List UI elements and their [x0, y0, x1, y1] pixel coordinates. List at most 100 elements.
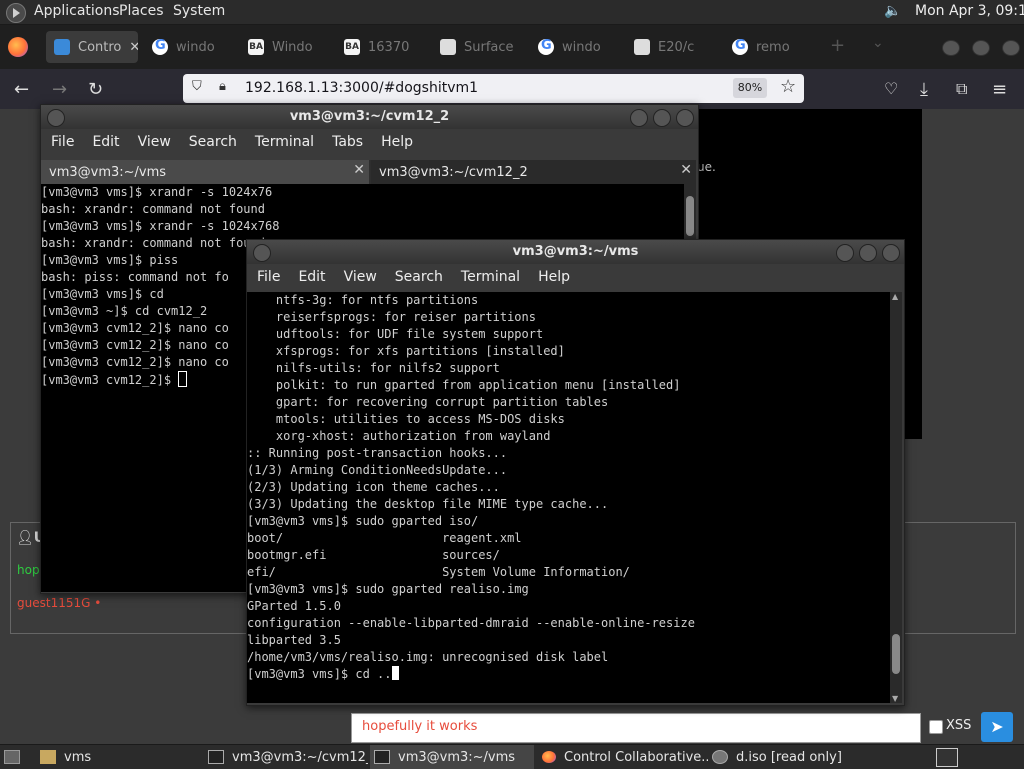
- show-desktop-icon[interactable]: [4, 750, 20, 764]
- browser-tab[interactable]: BA 16370: [336, 31, 428, 63]
- shield-icon[interactable]: ⛉: [192, 79, 206, 95]
- menu-edit[interactable]: Edit: [82, 129, 119, 155]
- terminal-line: GParted 1.5.0: [247, 599, 341, 613]
- close-tab-icon[interactable]: ✕: [129, 40, 138, 55]
- download-icon[interactable]: ⤓: [920, 79, 928, 100]
- ba-icon: BA: [344, 39, 360, 55]
- menu-view[interactable]: View: [128, 129, 171, 155]
- lock-icon[interactable]: 🔒︎: [219, 79, 233, 95]
- browser-tab[interactable]: windo: [144, 31, 236, 63]
- extensions-icon[interactable]: ⧉: [956, 79, 967, 99]
- xss-checkbox[interactable]: [929, 720, 943, 734]
- menu-view[interactable]: View: [334, 264, 377, 290]
- taskbar-item[interactable]: Control Collaborative...: [538, 745, 708, 769]
- institution-icon: [440, 39, 456, 55]
- terminal-tab-bar: vm3@vm3:~/vms ✕ vm3@vm3:~/cvm12_2 ✕: [41, 160, 696, 184]
- bookmark-star-icon[interactable]: ☆: [780, 76, 796, 97]
- scroll-down-icon[interactable]: ▼: [892, 694, 898, 703]
- menu-applications[interactable]: Applications: [34, 3, 120, 19]
- close-window-button[interactable]: [1002, 40, 1020, 56]
- menu-file[interactable]: File: [41, 129, 74, 155]
- terminal-tab-cvm12[interactable]: vm3@vm3:~/cvm12_2 ✕: [371, 160, 696, 184]
- tab-label: Surface: [464, 39, 514, 55]
- terminal-tab-vms[interactable]: vm3@vm3:~/vms ✕: [41, 160, 369, 184]
- google-icon: [732, 38, 748, 55]
- applications-icon[interactable]: [6, 3, 26, 23]
- menu-file[interactable]: File: [247, 264, 280, 290]
- taskbar-item-active[interactable]: vm3@vm3:~/vms: [370, 745, 534, 769]
- bottom-panel: vms vm3@vm3:~/cvm12_2 vm3@vm3:~/vms Cont…: [0, 744, 1024, 769]
- browser-tab[interactable]: windo: [530, 31, 622, 63]
- scroll-thumb[interactable]: [686, 196, 694, 236]
- menu-icon[interactable]: ≡: [992, 79, 1007, 100]
- browser-tab-control[interactable]: Contro ✕: [46, 31, 138, 63]
- list-tabs-icon[interactable]: ⌄: [872, 35, 884, 51]
- menu-terminal[interactable]: Terminal: [245, 129, 314, 155]
- taskbar-item[interactable]: vms: [36, 745, 196, 769]
- menu-places[interactable]: Places: [119, 3, 164, 19]
- menu-help[interactable]: Help: [528, 264, 570, 290]
- scroll-thumb[interactable]: [892, 633, 900, 674]
- volume-icon[interactable]: 🔈: [884, 3, 906, 21]
- terminal-line: [vm3@vm3 vms]$ sudo gparted realiso.img: [247, 582, 529, 596]
- workspace-switcher-icon[interactable]: [936, 748, 958, 767]
- pocket-icon[interactable]: ♡: [884, 79, 898, 98]
- terminal-window-vms[interactable]: vm3@vm3:~/vms File Edit View Search Term…: [246, 239, 905, 706]
- tab-label: Contro: [78, 39, 122, 55]
- close-tab-icon[interactable]: ✕: [680, 162, 692, 178]
- send-icon: ➤: [990, 717, 1004, 736]
- send-button[interactable]: ➤: [981, 712, 1013, 742]
- menu-search[interactable]: Search: [179, 129, 237, 155]
- chat-user[interactable]: hop: [17, 563, 40, 577]
- taskbar-item[interactable]: d.iso [read only]: [708, 745, 878, 769]
- window-title[interactable]: vm3@vm3:~/vms: [247, 240, 904, 264]
- terminal-prompt: [vm3@vm3 vms]$ cd ..: [247, 666, 890, 683]
- tab-label: remo: [756, 39, 790, 55]
- window-menu-button[interactable]: [253, 244, 271, 262]
- terminal-line: mtools: utilities to access MS-DOS disks: [247, 412, 565, 426]
- browser-tab[interactable]: BA Windo: [240, 31, 332, 63]
- maximize-button[interactable]: [972, 40, 990, 56]
- terminal-line: xfsprogs: for xfs partitions [installed]: [247, 344, 565, 358]
- reload-icon[interactable]: ↻: [88, 79, 103, 100]
- minimize-button[interactable]: [836, 244, 854, 262]
- minimize-button[interactable]: [630, 109, 648, 127]
- scroll-up-icon[interactable]: ▲: [892, 292, 898, 301]
- menu-system[interactable]: System: [173, 3, 225, 19]
- back-icon[interactable]: ←: [14, 79, 29, 100]
- cursor: [178, 371, 188, 387]
- terminal-menubar: File Edit View Search Terminal Tabs Help: [41, 129, 698, 155]
- zoom-level[interactable]: 80%: [733, 78, 767, 98]
- terminal-icon: [208, 750, 224, 764]
- clock[interactable]: Mon Apr 3, 09:15: [915, 3, 1024, 19]
- close-button[interactable]: [676, 109, 694, 127]
- browser-tab[interactable]: remo: [724, 31, 816, 63]
- tab-label: 16370: [368, 39, 410, 55]
- minimize-button[interactable]: [942, 40, 960, 56]
- url-text[interactable]: 192.168.1.13:3000/#dogshitvm1: [245, 80, 478, 96]
- taskbar-item-label: d.iso [read only]: [736, 749, 842, 765]
- window-title[interactable]: vm3@vm3:~/cvm12_2: [41, 105, 698, 129]
- terminal-line: :: Running post-transaction hooks...: [247, 446, 508, 460]
- menu-terminal[interactable]: Terminal: [451, 264, 520, 290]
- scrollbar[interactable]: ▲ ▼: [890, 292, 902, 703]
- terminal-line: [vm3@vm3 vms]$ xrandr -s 1024x768: [41, 219, 280, 233]
- new-tab-icon[interactable]: +: [830, 35, 845, 56]
- browser-tab[interactable]: E20/c: [626, 31, 718, 63]
- forward-icon[interactable]: →: [52, 79, 67, 100]
- menu-tabs[interactable]: Tabs: [322, 129, 363, 155]
- browser-tab[interactable]: Surface: [432, 31, 524, 63]
- close-tab-icon[interactable]: ✕: [353, 162, 365, 178]
- tab-label: Windo: [272, 39, 313, 55]
- menu-help[interactable]: Help: [371, 129, 413, 155]
- close-button[interactable]: [882, 244, 900, 262]
- terminal-output[interactable]: ntfs-3g: for ntfs partitions reiserfspro…: [247, 292, 890, 703]
- chat-user[interactable]: guest1151G •: [17, 596, 101, 610]
- menu-edit[interactable]: Edit: [288, 264, 325, 290]
- maximize-button[interactable]: [653, 109, 671, 127]
- window-menu-button[interactable]: [47, 109, 65, 127]
- maximize-button[interactable]: [859, 244, 877, 262]
- menu-search[interactable]: Search: [385, 264, 443, 290]
- terminal-line: xorg-xhost: authorization from wayland: [247, 429, 551, 443]
- taskbar-item[interactable]: vm3@vm3:~/cvm12_2: [204, 745, 368, 769]
